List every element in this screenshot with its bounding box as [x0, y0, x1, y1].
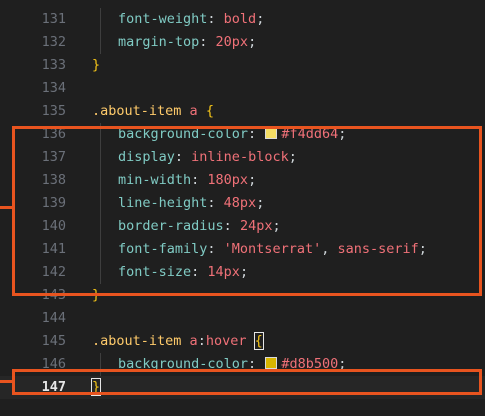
- code-token: {: [205, 103, 214, 119]
- code-text: }: [92, 54, 100, 77]
- highlight-box-hover-rule: [12, 369, 482, 395]
- line-number: 132: [41, 34, 66, 50]
- code-token: :: [197, 333, 206, 349]
- code-line[interactable]: 135 .about-item a {: [0, 100, 485, 123]
- code-text: .about-item a {: [92, 100, 214, 123]
- highlight-callout-line: [0, 380, 12, 383]
- code-token: margin-top: [118, 34, 200, 50]
- code-line[interactable]: 145 .about-item a:hover {: [0, 330, 485, 353]
- color-swatch-icon[interactable]: [265, 357, 278, 369]
- code-token: a: [189, 333, 198, 349]
- code-token: bold: [223, 11, 257, 27]
- code-text: font-weight: bold;: [118, 8, 264, 31]
- code-token: }: [92, 57, 101, 73]
- code-line[interactable]: 133}: [0, 54, 485, 77]
- code-line[interactable]: 131 font-weight: bold;: [0, 8, 485, 31]
- code-line[interactable]: 144: [0, 307, 485, 330]
- line-number: 135: [41, 103, 66, 119]
- code-token: .about-item: [92, 103, 182, 119]
- line-number: 134: [41, 80, 66, 96]
- code-token: 20px: [215, 34, 249, 50]
- code-token: font-weight: [118, 11, 208, 27]
- code-token: ;: [248, 34, 257, 50]
- code-text: .about-item a:hover {: [92, 330, 264, 353]
- line-number: 131: [41, 11, 66, 27]
- code-token: a: [189, 103, 198, 119]
- code-token: ;: [256, 11, 265, 27]
- indent-guide: [100, 8, 101, 31]
- indent-guide: [100, 31, 101, 54]
- line-number: 144: [41, 310, 66, 326]
- code-line[interactable]: 134: [0, 77, 485, 100]
- highlight-box-rule-body: [12, 126, 482, 296]
- highlight-callout-line: [0, 206, 12, 209]
- code-token: :: [207, 11, 224, 27]
- code-line[interactable]: 132 margin-top: 20px;: [0, 31, 485, 54]
- line-number: 133: [41, 57, 66, 73]
- code-editor[interactable]: 131 font-weight: bold; 132 margin-top: 20px…: [0, 0, 485, 416]
- code-token: .about-item: [92, 333, 182, 349]
- code-token: :: [199, 34, 216, 50]
- code-token: hover: [205, 333, 247, 349]
- line-number: 145: [41, 333, 66, 349]
- code-text: margin-top: 20px;: [118, 31, 256, 54]
- code-token: {: [253, 332, 264, 350]
